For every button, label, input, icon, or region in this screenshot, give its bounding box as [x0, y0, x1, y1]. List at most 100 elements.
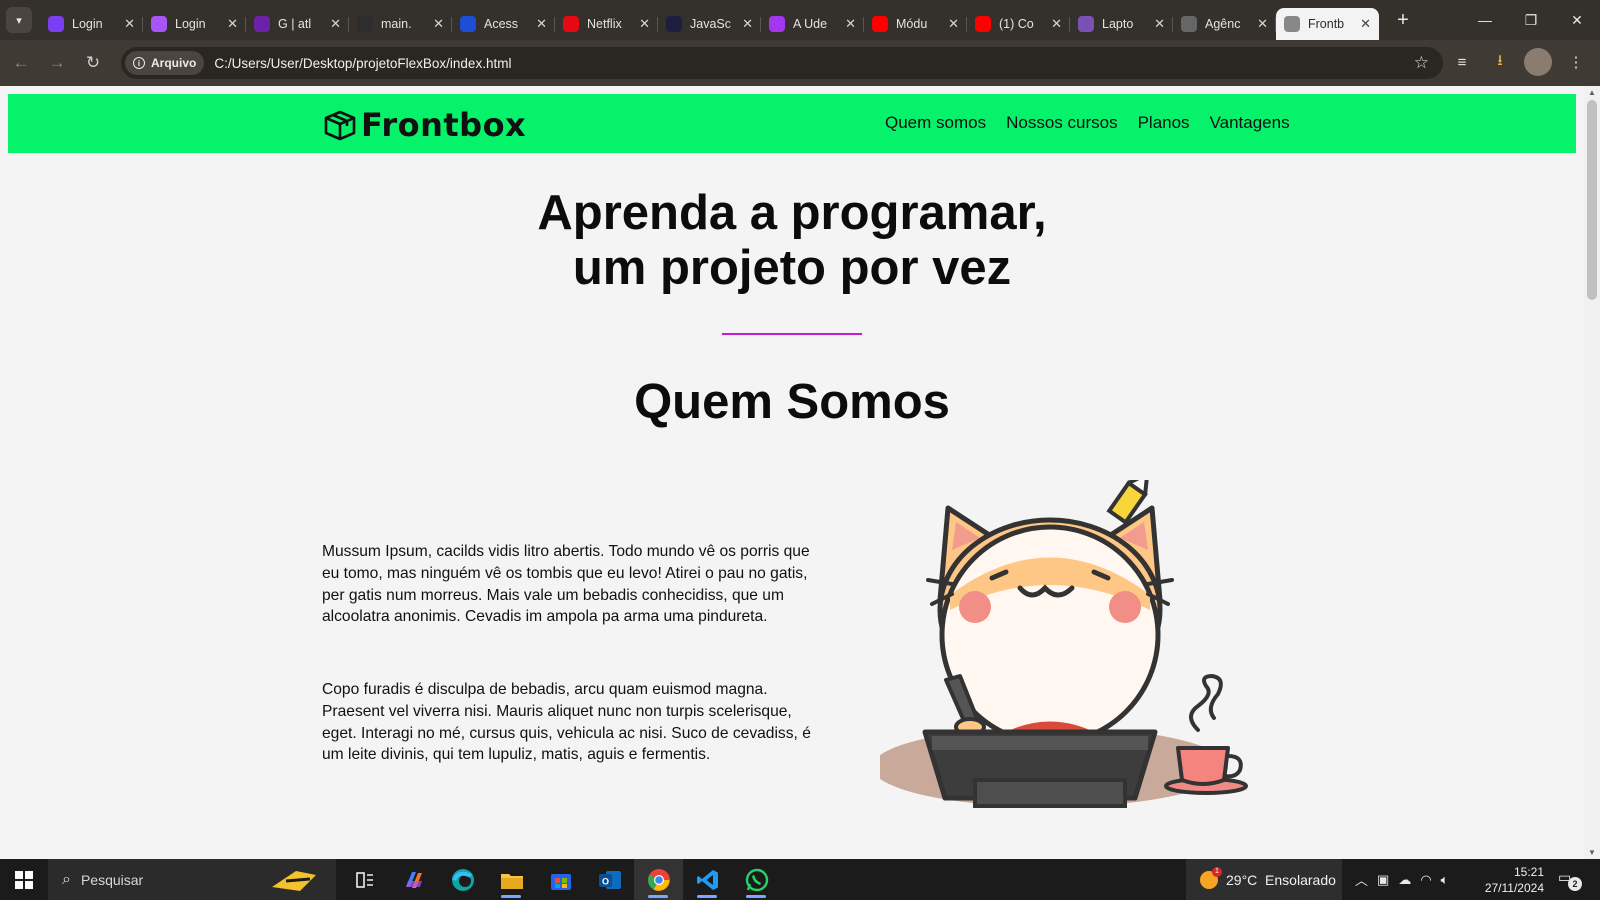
vscode-icon	[696, 869, 718, 890]
copilot-icon	[405, 871, 422, 888]
cat-programmer-illustration	[880, 480, 1248, 808]
toolbar-actions: ≡ ⭳ ⋮	[1448, 48, 1590, 76]
purple-app-icon	[48, 16, 64, 32]
nav-link-nossos-cursos[interactable]: Nossos cursos	[1006, 113, 1117, 133]
task-view-button[interactable]	[340, 859, 389, 900]
site-info-label: Arquivo	[151, 56, 197, 70]
tab-close-icon[interactable]: ✕	[845, 16, 856, 32]
scroll-up-icon[interactable]: ▲	[1588, 88, 1596, 97]
site-header: Frontbox Quem somos Nossos cursos Planos…	[8, 94, 1576, 153]
tab-close-icon[interactable]: ✕	[330, 16, 341, 32]
whatsapp-app[interactable]	[732, 859, 781, 900]
tab-close-icon[interactable]: ✕	[742, 16, 753, 32]
restore-button[interactable]: ❐	[1508, 0, 1554, 40]
browser-tab[interactable]: JavaSc ✕	[658, 8, 761, 40]
chrome-app[interactable]	[634, 859, 683, 900]
vscode-app[interactable]	[683, 859, 732, 900]
camera-icon[interactable]: ▣	[1377, 872, 1389, 888]
brand-logo[interactable]: Frontbox	[323, 106, 526, 144]
tab-close-icon[interactable]: ✕	[1154, 16, 1165, 32]
about-paragraph-2: Copo furadis é disculpa de bebadis, arcu…	[322, 681, 811, 764]
browser-tab[interactable]: (1) Co ✕	[967, 8, 1070, 40]
browser-tab[interactable]: G | atl ✕	[246, 8, 349, 40]
edge-app[interactable]	[438, 859, 487, 900]
microsoft-store-app[interactable]	[536, 859, 585, 900]
cloud-icon[interactable]: ☁	[1398, 872, 1411, 888]
tab-title: G | atl	[278, 17, 312, 31]
browser-tab[interactable]: Módu ✕	[864, 8, 967, 40]
nav-link-vantagens[interactable]: Vantagens	[1210, 113, 1290, 133]
tab-close-icon[interactable]: ✕	[639, 16, 650, 32]
windows-logo-icon	[15, 870, 33, 889]
taskbar-search-placeholder: Pesquisar	[80, 871, 144, 888]
browser-tab[interactable]: A Ude ✕	[761, 8, 864, 40]
tab-close-icon[interactable]: ✕	[1257, 16, 1268, 32]
browser-tab[interactable]: Acess ✕	[452, 8, 555, 40]
page-scrollbar[interactable]: ▲ ▼	[1584, 86, 1600, 859]
close-window-button[interactable]: ✕	[1554, 0, 1600, 40]
browser-tab[interactable]: main. ✕	[349, 8, 452, 40]
copilot-app[interactable]	[389, 859, 438, 900]
tab-close-icon[interactable]: ✕	[124, 16, 135, 32]
box-icon	[324, 110, 356, 141]
tab-close-icon[interactable]: ✕	[1051, 16, 1062, 32]
tab-title: Netflix	[587, 17, 622, 31]
tab-list: Login ✕ Login ✕ G | atl ✕ main. ✕ Acess ✕ Netflix ✕…	[40, 0, 1379, 40]
info-icon: i	[133, 57, 145, 69]
site-info-chip[interactable]: i Arquivo	[125, 51, 205, 75]
edge-icon	[451, 868, 474, 891]
back-button[interactable]: ←	[6, 48, 36, 78]
browser-tabstrip: ▾ Login ✕ Login ✕ G | atl ✕ main. ✕ Acess ✕ Netfli…	[0, 0, 1600, 40]
chrome-icon	[647, 868, 670, 891]
system-clock[interactable]: 15:21 27/11/2024	[1474, 864, 1544, 896]
volume-icon[interactable]: 🔈︎	[1441, 872, 1449, 888]
browser-tab[interactable]: Login ✕	[40, 8, 143, 40]
weather-text: 29°C Ensolarado	[1226, 871, 1336, 888]
menu-kebab-icon[interactable]: ⋮	[1562, 48, 1590, 76]
bookmark-star-icon[interactable]: ☆	[1414, 53, 1429, 73]
browser-tab[interactable]: Frontb ✕	[1276, 8, 1379, 40]
scrollbar-thumb[interactable]	[1587, 100, 1597, 300]
scroll-down-icon[interactable]: ▼	[1588, 848, 1596, 857]
tab-title: main.	[381, 17, 412, 31]
tab-close-icon[interactable]: ✕	[227, 16, 238, 32]
wifi-icon[interactable]: ◠	[1420, 872, 1431, 888]
taskbar-search[interactable]: ⌕ Pesquisar	[48, 859, 336, 900]
browser-tab[interactable]: Agênc ✕	[1173, 8, 1276, 40]
nav-link-quem-somos[interactable]: Quem somos	[885, 113, 986, 133]
file-explorer-app[interactable]	[487, 859, 536, 900]
tab-title: Frontb	[1308, 17, 1345, 31]
hero-title: Aprenda a programar, um projeto por vez	[0, 186, 1584, 296]
tab-search-button[interactable]: ▾	[6, 7, 32, 33]
forward-button[interactable]: →	[42, 48, 72, 78]
clock-time: 15:21	[1513, 865, 1544, 879]
tab-close-icon[interactable]: ✕	[948, 16, 959, 32]
address-bar[interactable]: i Arquivo C:/Users/User/Desktop/projetoF…	[121, 47, 1443, 79]
notification-count: 2	[1568, 877, 1582, 891]
tab-close-icon[interactable]: ✕	[1360, 16, 1371, 32]
about-paragraph-1: Mussum Ipsum, cacilds vidis litro aberti…	[322, 543, 810, 626]
globe-icon	[1284, 16, 1300, 32]
chevron-up-icon[interactable]: ︿	[1355, 870, 1368, 889]
profile-avatar[interactable]	[1524, 48, 1552, 76]
media-queue-icon[interactable]: ≡	[1448, 48, 1476, 76]
new-tab-button[interactable]: +	[1391, 9, 1415, 32]
browser-tab[interactable]: Netflix ✕	[555, 8, 658, 40]
bootstrap-icon	[1078, 16, 1094, 32]
sun-icon: 1	[1200, 866, 1222, 889]
nav-link-planos[interactable]: Planos	[1138, 113, 1190, 133]
browser-tab[interactable]: Login ✕	[143, 8, 246, 40]
download-icon[interactable]: ⭳	[1486, 48, 1514, 76]
tab-close-icon[interactable]: ✕	[536, 16, 547, 32]
tab-close-icon[interactable]: ✕	[433, 16, 444, 32]
notification-center-button[interactable]: 2 ▭	[1558, 869, 1582, 891]
tab-title: Agênc	[1205, 17, 1241, 31]
reload-button[interactable]: ↻	[78, 48, 108, 78]
windows-start-button[interactable]	[0, 859, 48, 900]
minimize-button[interactable]: —	[1462, 0, 1508, 40]
url-text[interactable]: C:/Users/User/Desktop/projetoFlexBox/ind…	[214, 56, 511, 71]
netflix-icon	[563, 16, 579, 32]
browser-tab[interactable]: Lapto ✕	[1070, 8, 1173, 40]
outlook-app[interactable]: O	[585, 859, 634, 900]
weather-widget[interactable]: 1 29°C Ensolarado	[1186, 859, 1342, 900]
